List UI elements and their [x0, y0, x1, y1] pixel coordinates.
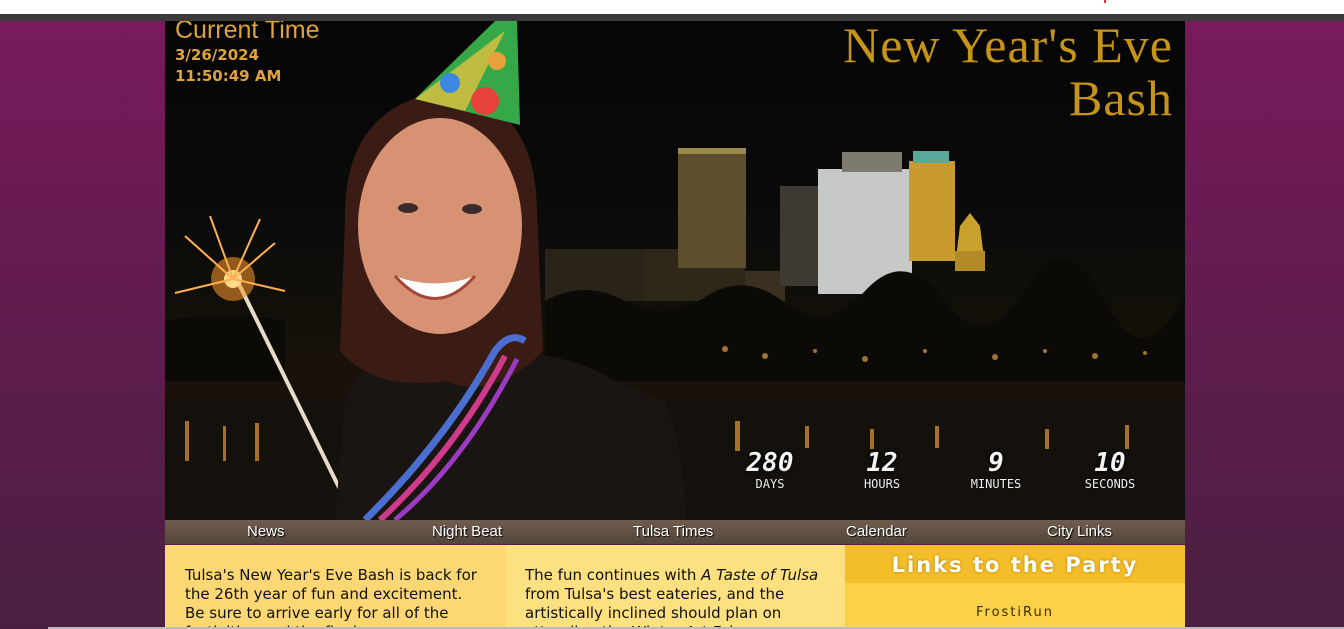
link-frostirun[interactable]: FrostiRun: [845, 605, 1185, 620]
nav-item-night-beat[interactable]: Night Beat: [432, 520, 502, 544]
countdown-days-value: 280: [746, 448, 794, 478]
events-text-pre: The fun continues with: [525, 566, 702, 584]
nav-item-city-links[interactable]: City Links: [1047, 520, 1112, 544]
nav-item-calendar[interactable]: Calendar: [846, 520, 907, 544]
events-text-post: from Tulsa's best eateries, and the arti…: [525, 585, 785, 629]
nav-item-tulsa-times[interactable]: Tulsa Times: [633, 520, 713, 544]
links-sidebar: Links to the Party FrostiRun: [845, 545, 1185, 629]
content-column-2: The fun continues with A Taste of Tulsa …: [505, 545, 845, 629]
countdown-seconds-value: 10: [1094, 448, 1126, 478]
content-column-1: Tulsa's New Year's Eve Bash is back for …: [165, 545, 505, 629]
countdown-days: 280 DAYS: [725, 449, 815, 491]
countdown-seconds-label: SECONDS: [1084, 477, 1136, 491]
taste-of-tulsa-title: A Taste of Tulsa: [701, 566, 819, 584]
page-container: Current Time 3/26/2024 11:50:49 AM New Y…: [165, 21, 1185, 629]
current-time-label: Current Time: [175, 21, 320, 44]
nav-item-news[interactable]: News: [247, 520, 285, 544]
links-heading: Links to the Party: [845, 545, 1185, 583]
intro-paragraph: Tulsa's New Year's Eve Bash is back for …: [185, 566, 477, 629]
countdown-hours-value: 12: [866, 448, 898, 478]
countdown-minutes-value: 9: [988, 448, 1004, 478]
current-time-widget: Current Time 3/26/2024 11:50:49 AM: [175, 21, 319, 87]
main-nav: News Night Beat Tulsa Times Calendar Cit…: [165, 520, 1185, 544]
top-strip: [0, 14, 1344, 21]
current-time: 11:50:49 AM: [175, 67, 282, 85]
countdown-minutes-label: MINUTES: [970, 477, 1022, 491]
countdown-minutes: 9 MINUTES: [951, 449, 1041, 491]
countdown-hours: 12 HOURS: [837, 449, 927, 491]
countdown-days-label: DAYS: [755, 477, 785, 491]
countdown-hours-label: HOURS: [863, 477, 901, 491]
countdown-timer: 280 DAYS 12 HOURS 9 MINUTES 10 SECONDS: [725, 449, 1165, 499]
indicator-dot: [1104, 0, 1106, 3]
browser-top-bar: [0, 0, 1344, 14]
current-date: 3/26/2024: [175, 46, 260, 64]
page-title: New Year's Eve Bash: [843, 21, 1173, 126]
countdown-seconds: 10 SECONDS: [1065, 449, 1155, 491]
hero-banner: Current Time 3/26/2024 11:50:49 AM New Y…: [165, 21, 1185, 520]
events-paragraph: The fun continues with A Taste of Tulsa …: [505, 566, 845, 629]
